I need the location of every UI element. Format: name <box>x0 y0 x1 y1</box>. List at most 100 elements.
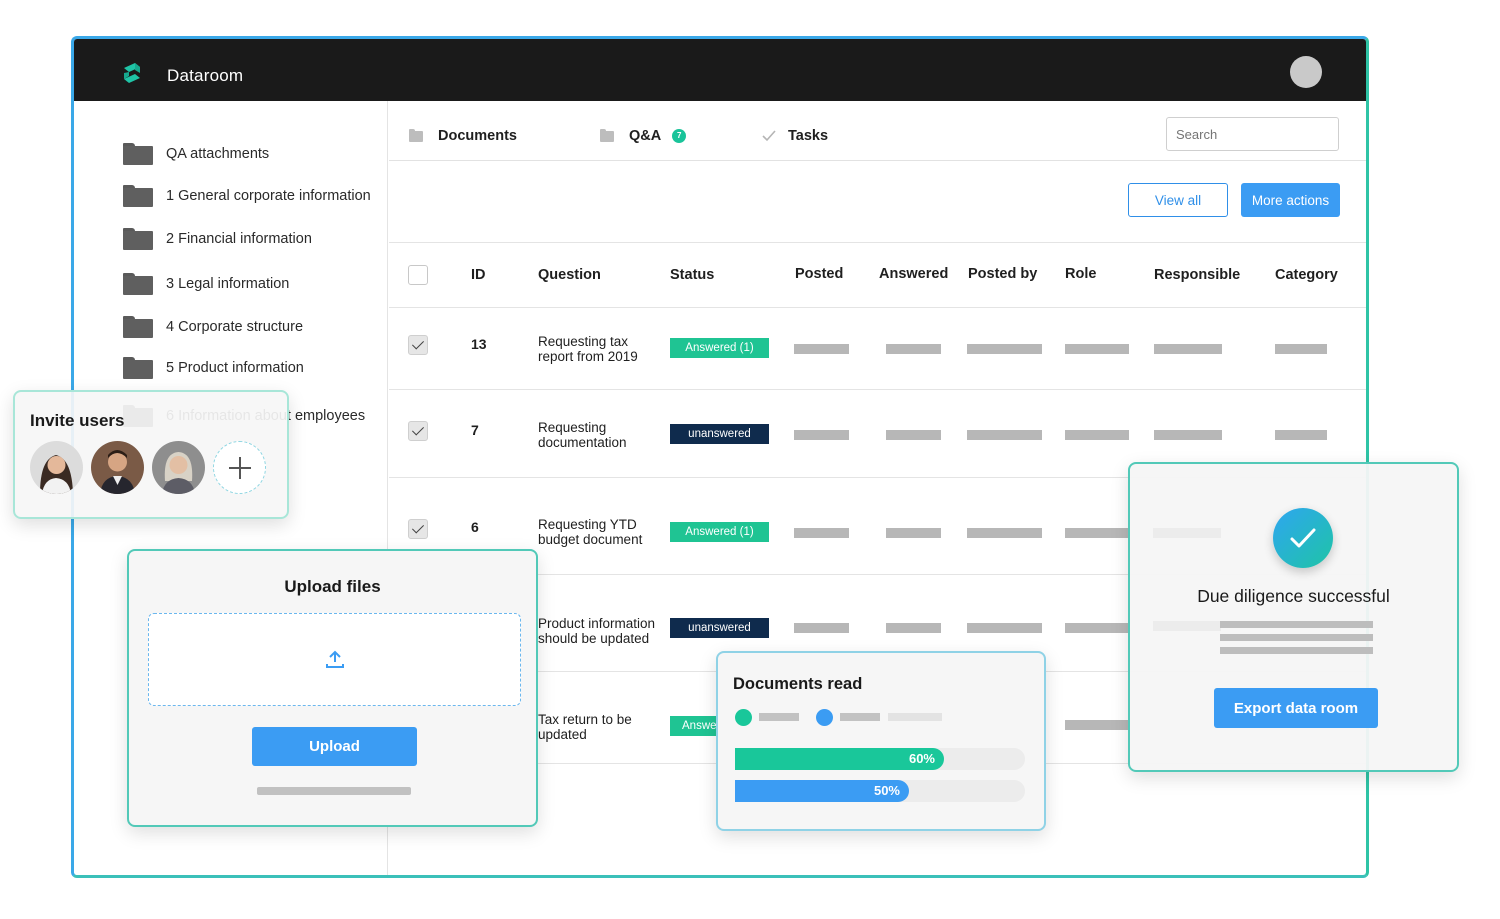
progress-track: 50% <box>735 780 1025 802</box>
placeholder-bar <box>886 528 941 538</box>
placeholder-bar <box>1065 344 1129 354</box>
row-question: Tax return to be updated <box>538 712 632 742</box>
sidebar-item-label: QA attachments <box>166 146 270 162</box>
row-checkbox[interactable] <box>408 519 428 539</box>
placeholder-bar <box>1065 430 1129 440</box>
sidebar-item-legal[interactable]: 3 Legal information <box>123 273 289 295</box>
sidebar-item-label: 5 Product information <box>166 360 304 376</box>
placeholder-bar <box>967 430 1042 440</box>
folder-icon <box>600 128 614 142</box>
table-header: ID Question Status Posted Answered Poste… <box>389 242 1366 308</box>
placeholder-bar <box>1275 344 1327 354</box>
row-question: Requesting tax report from 2019 <box>538 334 638 364</box>
legend-dot-green <box>735 709 752 726</box>
invite-users-title: Invite users <box>30 411 125 430</box>
documents-read-card: Documents read 60% 50% <box>716 651 1046 831</box>
table-row[interactable]: 13 Requesting tax report from 2019 Answe… <box>389 308 1366 390</box>
placeholder-bar <box>1065 720 1129 730</box>
export-data-room-button[interactable]: Export data room <box>1214 688 1378 728</box>
legend-placeholder <box>759 713 799 721</box>
placeholder-bar <box>794 528 849 538</box>
tab-documents[interactable]: Documents <box>409 128 517 144</box>
row-id: 7 <box>471 422 479 438</box>
qa-count-badge: 7 <box>672 129 687 143</box>
status-badge: Answered (1) <box>670 522 769 542</box>
placeholder-bar <box>1154 430 1222 440</box>
column-header-posted[interactable]: Posted <box>795 266 843 282</box>
sidebar-item-label: 1 General corporate information <box>166 188 371 204</box>
sidebar-item-qa-attachments[interactable]: QA attachments <box>123 143 269 165</box>
row-question: Requesting YTD budget document <box>538 517 643 547</box>
placeholder-line <box>1220 634 1373 641</box>
legend-dot-blue <box>816 709 833 726</box>
row-question: Requesting documentation <box>538 420 627 450</box>
tab-tasks[interactable]: Tasks <box>762 128 828 144</box>
add-user-button[interactable] <box>213 441 266 494</box>
status-badge: unanswered <box>670 618 769 638</box>
column-header-question[interactable]: Question <box>538 267 601 283</box>
placeholder-bar <box>794 623 849 633</box>
placeholder-bar <box>886 344 941 354</box>
sidebar-item-label: 4 Corporate structure <box>166 319 304 335</box>
sidebar-item-general-corporate[interactable]: 1 General corporate information <box>123 185 371 207</box>
placeholder-line <box>1220 621 1373 628</box>
upload-icon <box>326 650 344 668</box>
row-checkbox[interactable] <box>408 335 428 355</box>
column-header-responsible[interactable]: Responsible <box>1154 267 1240 283</box>
tab-bar: Documents Q&A 7 Tasks <box>389 101 1366 161</box>
tab-label: Documents <box>438 128 517 144</box>
placeholder-bar <box>886 623 941 633</box>
row-checkbox[interactable] <box>408 421 428 441</box>
status-badge: Answe <box>670 716 716 736</box>
column-header-answered[interactable]: Answered <box>879 266 948 282</box>
app-title: Dataroom <box>167 66 244 85</box>
due-diligence-title: Due diligence successful <box>1197 586 1390 606</box>
tab-qa[interactable]: Q&A 7 <box>600 128 687 144</box>
search-input[interactable] <box>1166 117 1339 151</box>
folder-icon <box>123 228 153 250</box>
view-all-button[interactable]: View all <box>1128 183 1228 217</box>
sidebar-item-label: 2 Financial information <box>166 231 312 247</box>
placeholder-bar <box>1153 621 1221 631</box>
placeholder-bar <box>794 430 849 440</box>
more-actions-button[interactable]: More actions <box>1241 183 1340 217</box>
column-header-posted-by[interactable]: Posted by <box>968 266 1037 282</box>
folder-icon <box>123 185 153 207</box>
column-header-status[interactable]: Status <box>670 267 714 283</box>
placeholder-bar <box>1065 528 1129 538</box>
column-header-role[interactable]: Role <box>1065 266 1096 282</box>
tab-label: Tasks <box>788 128 829 144</box>
upload-progress-placeholder <box>257 787 411 795</box>
placeholder-bar <box>886 430 941 440</box>
select-all-checkbox[interactable] <box>408 265 428 285</box>
avatar[interactable] <box>30 441 83 494</box>
placeholder-bar <box>794 344 849 354</box>
sidebar-item-financial[interactable]: 2 Financial information <box>123 228 312 250</box>
placeholder-bar <box>1153 528 1221 538</box>
documents-read-title: Documents read <box>733 675 863 693</box>
column-header-id[interactable]: ID <box>471 267 486 283</box>
tab-label: Q&A <box>629 128 662 144</box>
placeholder-bar <box>967 623 1042 633</box>
legend-placeholder <box>888 713 942 721</box>
placeholder-bar <box>1275 430 1327 440</box>
placeholder-bar <box>967 344 1042 354</box>
row-id: 13 <box>471 336 487 352</box>
placeholder-bar <box>1154 344 1222 354</box>
avatar[interactable] <box>91 441 144 494</box>
sidebar-item-label: 3 Legal information <box>166 276 290 292</box>
column-header-category[interactable]: Category <box>1275 267 1338 283</box>
user-avatar[interactable] <box>1290 56 1322 88</box>
folder-icon <box>123 316 153 338</box>
placeholder-bar <box>967 528 1042 538</box>
folder-icon <box>123 273 153 295</box>
upload-files-title: Upload files <box>284 577 381 596</box>
upload-button[interactable]: Upload <box>252 727 417 766</box>
check-icon <box>762 130 776 142</box>
row-id: 6 <box>471 519 479 535</box>
sidebar-item-product[interactable]: 5 Product information <box>123 357 304 379</box>
avatar[interactable] <box>152 441 205 494</box>
status-badge: Answered (1) <box>670 338 769 358</box>
sidebar-item-corporate-structure[interactable]: 4 Corporate structure <box>123 316 303 338</box>
file-drop-zone[interactable] <box>148 613 521 706</box>
